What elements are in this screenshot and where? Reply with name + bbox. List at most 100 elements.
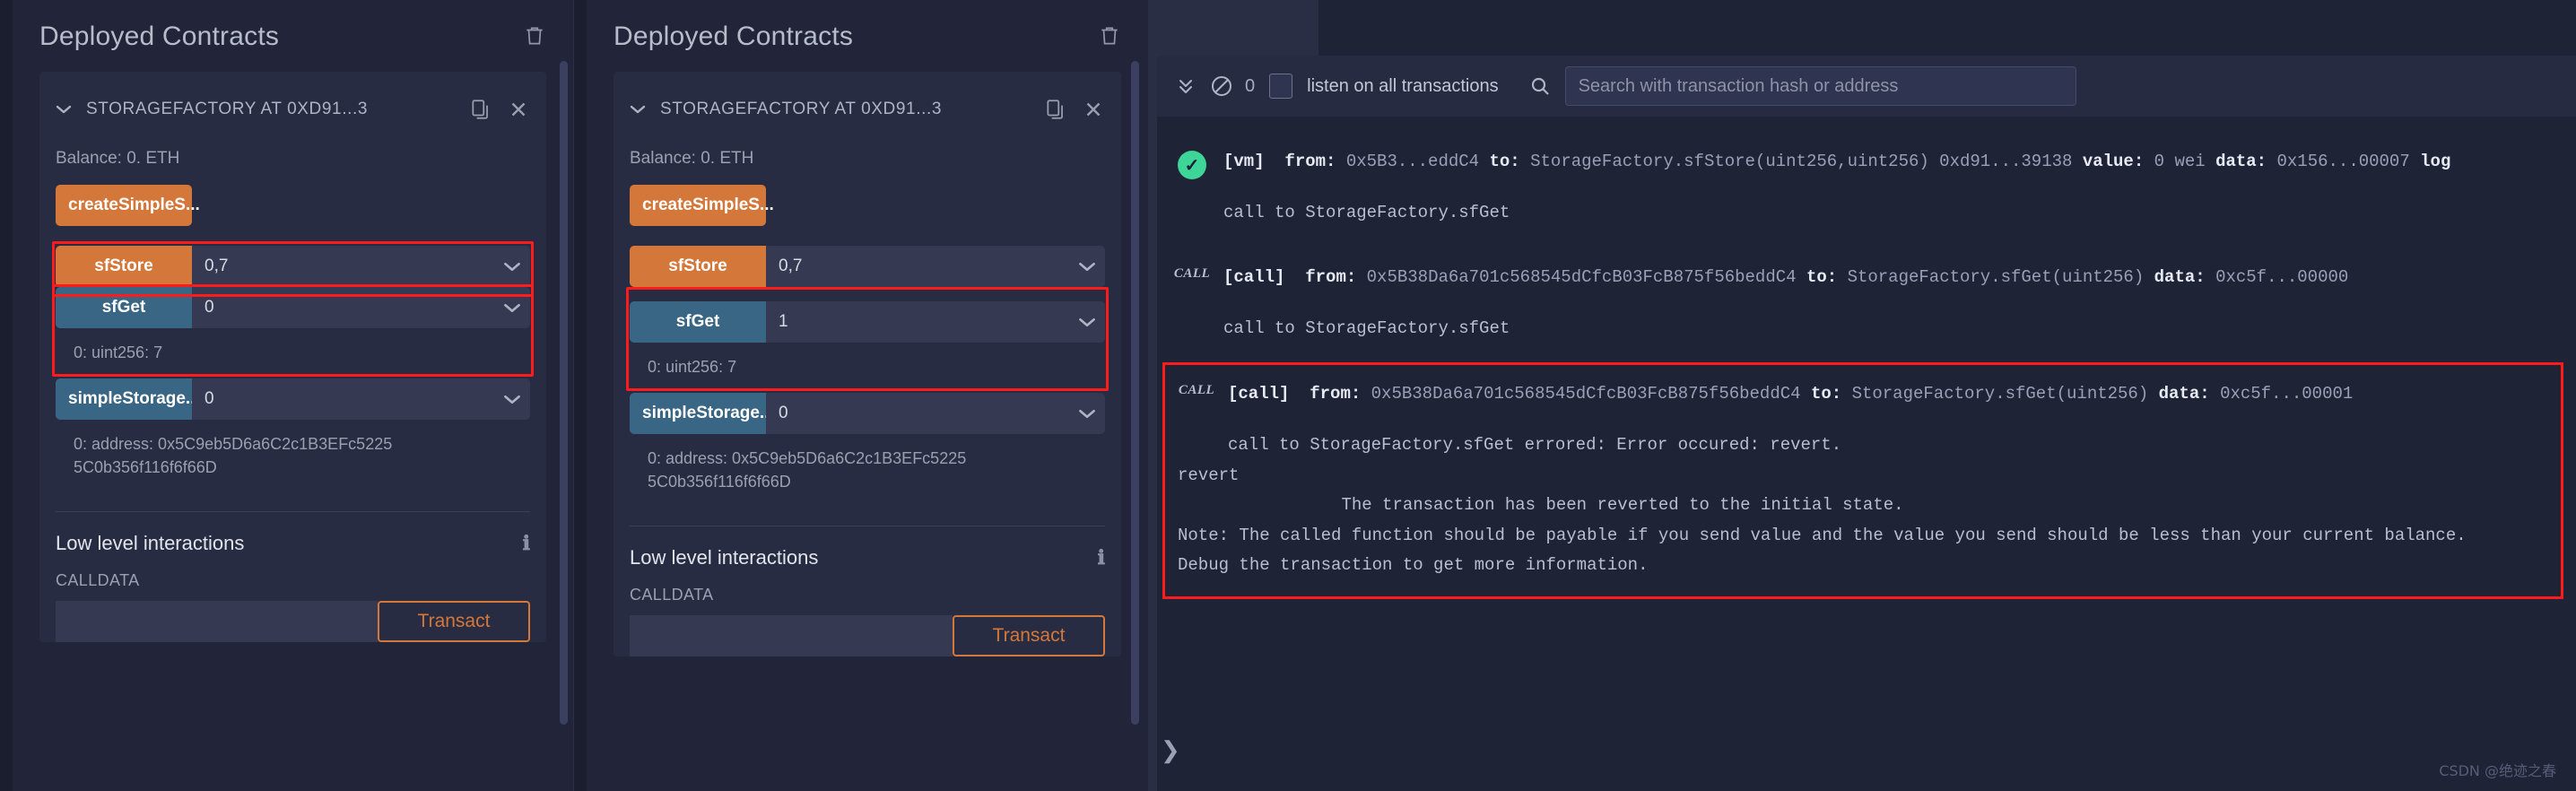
log-to-label: to: (1810, 384, 1842, 404)
no-entry-icon[interactable] (1204, 68, 1240, 104)
log-entry-call-sfget-success[interactable]: CALL [call] from: 0x5B38Da6a701c568545dC… (1161, 238, 2567, 353)
log-main-line: [call] from: 0x5B38Da6a701c568545dCfcB03… (1223, 265, 2567, 291)
chevron-down-icon (504, 262, 520, 271)
log-from-value: 0x5B38Da6a701c568545dCfcB03FcB875f56bedd… (1371, 384, 1801, 404)
log-data-value: 0xc5f...00000 (2215, 267, 2349, 287)
transact-button[interactable]: Transact (378, 601, 530, 643)
expand-caret-sfGet[interactable] (494, 287, 530, 328)
log-tag: [call] (1223, 267, 1285, 287)
panel-scrollbar[interactable] (560, 61, 568, 725)
call-badge-label: CALL (1173, 266, 1211, 281)
log-entry-vm-sfstore[interactable]: ✓ [vm] from: 0x5B3...eddC4 to: StorageFa… (1161, 136, 2567, 238)
log-body: [call] from: 0x5B38Da6a701c568545dCfcB03… (1223, 265, 2567, 341)
calldata-input[interactable] (630, 615, 953, 657)
info-icon[interactable]: ℹ (1098, 546, 1105, 569)
search-icon[interactable] (1522, 68, 1558, 104)
expand-caret-sfStore[interactable] (1069, 246, 1105, 287)
function-button-createSimpleStorage[interactable]: createSimpleS... (630, 185, 774, 226)
function-input-simpleStorageArray[interactable] (766, 393, 1069, 435)
contract-header[interactable]: STORAGEFACTORY AT 0XD91...3 (614, 84, 1121, 135)
close-icon[interactable] (1082, 97, 1105, 122)
call-badge-label: CALL (1178, 383, 1215, 397)
function-input-sfGet[interactable] (192, 287, 494, 328)
function-button-sfGet[interactable]: sfGet (630, 301, 766, 343)
chevron-down-icon[interactable] (630, 103, 646, 116)
function-row-sfStore: sfStore (630, 246, 1105, 287)
copy-icon[interactable] (1044, 97, 1067, 122)
contract-header[interactable]: STORAGEFACTORY AT 0XD91...3 (39, 84, 546, 135)
log-to-label: to: (1806, 267, 1838, 287)
function-input-sfGet[interactable] (766, 301, 1069, 343)
double-chevron-down-icon[interactable] (1168, 68, 1204, 104)
function-button-simpleStorageArray[interactable]: simpleStorage... (630, 393, 774, 435)
function-button-createSimpleStorage[interactable]: createSimpleS... (56, 185, 200, 226)
log-entry-call-sfget-reverted[interactable]: CALL [call] from: 0x5B38Da6a701c568545dC… (1162, 362, 2563, 599)
panel-title-row: Deployed Contracts (39, 0, 546, 72)
terminal-toolbar: 0 listen on all transactions (1148, 56, 2576, 117)
function-group-sfGet: sfGet 0: uint256: 7 (52, 284, 534, 378)
terminal-panel: 0 listen on all transactions ✓ [vm] from… (1148, 0, 2576, 791)
expand-caret-simpleStorageArray[interactable] (1069, 393, 1105, 435)
copy-icon[interactable] (469, 97, 492, 122)
log-to-value: StorageFactory.sfStore(uint256,uint256) … (1530, 152, 2073, 171)
contract-balance: Balance: 0. ETH (56, 149, 180, 168)
listen-all-transactions-checkbox[interactable] (1269, 74, 1293, 99)
log-to-label: to: (1489, 152, 1520, 171)
collapse-terminal-arrow[interactable]: ❯ (1161, 736, 1180, 764)
function-input-sfStore[interactable] (766, 246, 1069, 287)
log-sub-line: call to StorageFactory.sfGet (1223, 317, 1510, 338)
low-level-header: Low level interactions ℹ (614, 526, 1121, 569)
chevron-down-icon (504, 303, 520, 312)
transact-button[interactable]: Transact (953, 615, 1105, 657)
deployed-contracts-panel-left: Deployed Contracts STORAGEFACTORY AT 0XD… (0, 0, 574, 791)
log-from-value: 0x5B3...eddC4 (1345, 152, 1480, 171)
log-main-line: [call] from: 0x5B38Da6a701c568545dCfcB03… (1228, 381, 2561, 407)
trash-icon[interactable] (523, 23, 546, 48)
function-result-sfGet: 0: uint256: 7 (74, 343, 163, 361)
calldata-label: CALLDATA (56, 571, 140, 590)
success-check-icon: ✓ (1178, 151, 1206, 179)
calldata-label: CALLDATA (630, 586, 714, 604)
log-sub-line: call to StorageFactory.sfGet errored: Er… (1228, 434, 1842, 455)
log-from-label: from: (1310, 384, 1362, 404)
log-from-value: 0x5B38Da6a701c568545dCfcB03FcB875f56bedd… (1366, 267, 1797, 287)
expand-caret-sfStore[interactable] (494, 246, 530, 287)
calldata-row: Transact (614, 615, 1121, 657)
panel-title-row: Deployed Contracts (614, 0, 1121, 72)
log-status-badge: CALL (1165, 381, 1228, 398)
search-input[interactable] (1564, 66, 2076, 106)
info-icon[interactable]: ℹ (523, 532, 530, 555)
function-button-sfStore[interactable]: sfStore (56, 246, 192, 287)
expand-caret-sfGet[interactable] (1069, 301, 1105, 343)
function-button-sfStore[interactable]: sfStore (630, 246, 766, 287)
close-icon[interactable] (507, 97, 530, 122)
chevron-down-icon (1079, 409, 1095, 418)
log-data-label: data: (2158, 384, 2210, 404)
app-root: Deployed Contracts STORAGEFACTORY AT 0XD… (0, 0, 2576, 791)
page-title: Deployed Contracts (614, 22, 854, 51)
log-value-label: value: (2082, 152, 2145, 171)
log-data-label: data: (2154, 267, 2206, 287)
log-status-badge: ✓ (1161, 149, 1223, 179)
trash-icon[interactable] (1098, 23, 1121, 48)
function-input-simpleStorageArray[interactable] (192, 378, 494, 421)
chevron-down-icon[interactable] (56, 103, 72, 116)
panel-scrollbar[interactable] (1131, 61, 1139, 725)
calldata-input[interactable] (56, 601, 378, 643)
function-group-sfStore: sfStore (52, 241, 534, 297)
log-data-value: 0xc5f...00001 (2220, 384, 2354, 404)
contract-balance: Balance: 0. ETH (630, 149, 754, 168)
function-input-sfStore[interactable] (192, 246, 494, 287)
contract-card: STORAGEFACTORY AT 0XD91...3 Balance: 0. … (614, 72, 1121, 657)
function-button-simpleStorageArray[interactable]: simpleStorage... (56, 378, 200, 421)
low-level-title: Low level interactions (630, 546, 819, 569)
log-trailing: log (2420, 152, 2451, 171)
contract-name: STORAGEFACTORY AT 0XD91...3 (660, 100, 942, 118)
contract-functions-right: createSimpleS... sfStore sfGet (614, 169, 1121, 508)
function-row-sfStore: sfStore (56, 246, 530, 287)
terminal-tab-active[interactable] (1157, 0, 1318, 56)
function-result-sfGet: 0: uint256: 7 (648, 358, 737, 376)
function-button-sfGet[interactable]: sfGet (56, 287, 192, 328)
calldata-row: Transact (39, 601, 546, 643)
expand-caret-simpleStorageArray[interactable] (494, 378, 530, 421)
